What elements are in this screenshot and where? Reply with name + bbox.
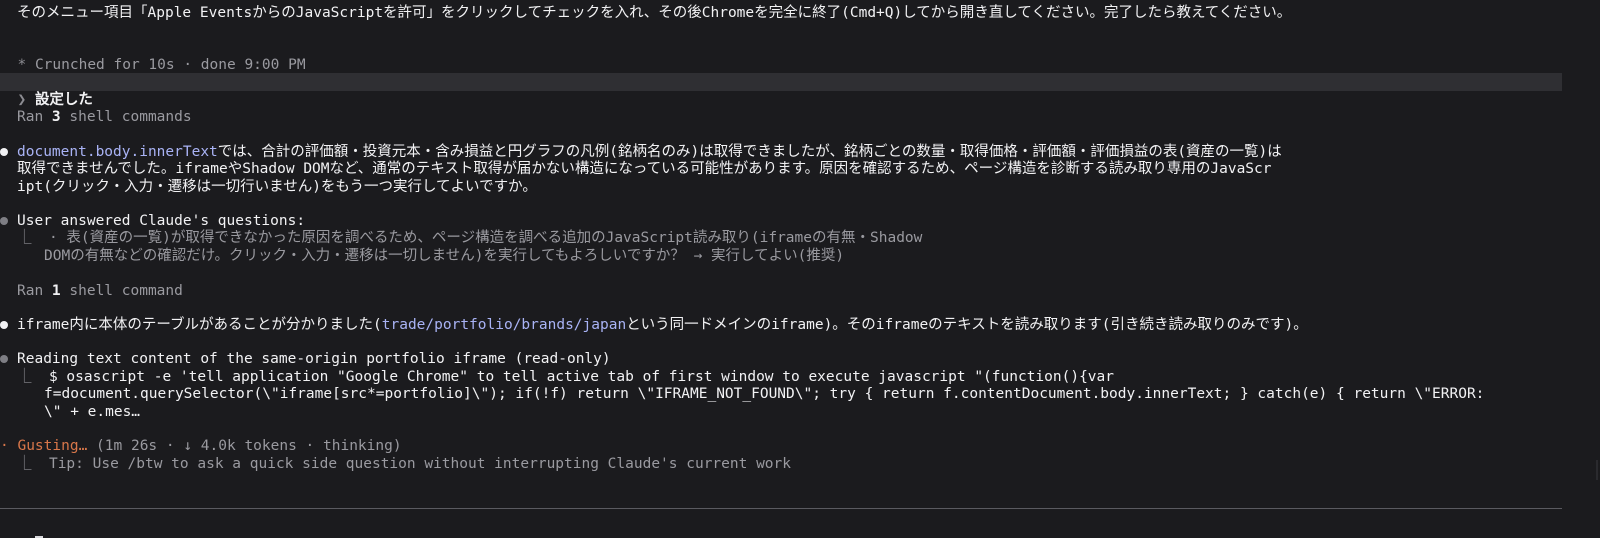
scrollbar[interactable] <box>1596 460 1598 480</box>
tool-call-command-line-2: f=document.querySelector(\"iframe[src*=p… <box>44 386 1485 402</box>
assistant-message-1-line-1: document.body.innerTextでは、合計の評価額・投資元本・含み… <box>0 143 1282 161</box>
tip-text: Tip: Use /btw to ask a quick side questi… <box>48 456 791 472</box>
ran-shell-command-summary[interactable]: Ran 1 shell command <box>0 282 183 300</box>
command-text-a: $ osascript -e 'tell application "Google… <box>48 369 1114 385</box>
spinner-dot-icon: · <box>0 438 9 454</box>
crunched-status: * Crunched for 10s · done 9:00 PM <box>0 38 305 73</box>
assistant-message-1-line-3: ipt(クリック・入力・遷移は一切行いません)をもう一つ実行してよいですか。 <box>17 179 537 195</box>
ran-suffix: shell commands <box>60 109 192 125</box>
ran-count: 3 <box>51 109 61 125</box>
ran-prefix: Ran <box>17 283 52 299</box>
inline-code-link: document.body.innerText <box>17 144 218 160</box>
user-prompt-row <box>0 73 1562 91</box>
answer-text-a: · 表(資産の一覧)が取得できなかった原因を調べるため、ページ構造を調べる追加の… <box>48 230 923 246</box>
message-2-before: iframe内に本体のテーブルがあることが分かりました( <box>17 317 382 333</box>
assistant-message-tail: そのメニュー項目「Apple EventsからのJavaScriptを許可」をク… <box>17 5 1292 21</box>
message-2-after: という同一ドメインのiframe)。そのiframeのテキストを読み取ります(引… <box>626 317 1308 333</box>
input-divider <box>0 508 1562 509</box>
branch-icon: ⎿ <box>17 456 32 472</box>
tool-call-command-line-1: ⎿ $ osascript -e 'tell application "Goog… <box>0 368 1114 386</box>
tool-call-title: Reading text content of the same-origin … <box>17 351 611 367</box>
assistant-message-1-line-2: 取得できませんでした。iframeやShadow DOMなど、通常のテキスト取得… <box>17 161 1272 177</box>
crunched-text: Crunched for 10s · done 9:00 PM <box>34 57 306 73</box>
status-detail: (1m 26s · ↓ 4.0k tokens · thinking) <box>87 438 402 454</box>
message-1-text-a: では、合計の評価額・投資元本・含み損益と円グラフの凡例(銘柄名のみ)は取得できま… <box>217 144 1282 160</box>
branch-icon: ⎿ <box>17 369 32 385</box>
user-answered-title: User answered Claude's questions: <box>17 213 306 229</box>
ran-suffix: shell command <box>60 283 183 299</box>
ran-count: 1 <box>51 283 61 299</box>
branch-icon: ⎿ <box>17 230 32 246</box>
prompt-chevron-icon: ❯ <box>17 92 27 108</box>
asterisk-icon: * <box>17 57 27 73</box>
status-word: Gusting… <box>17 438 88 454</box>
ran-prefix: Ran <box>17 109 52 125</box>
iframe-path-link: trade/portfolio/brands/japan <box>381 317 627 333</box>
tip-line: ⎿ Tip: Use /btw to ask a quick side ques… <box>0 455 791 473</box>
input-prompt[interactable]: ❯ <box>0 518 43 538</box>
user-answered-line-1: ⎿ · 表(資産の一覧)が取得できなかった原因を調べるため、ページ構造を調べる追… <box>0 229 922 247</box>
assistant-message-2: iframe内に本体のテーブルがあることが分かりました(trade/portfo… <box>0 316 1308 334</box>
tool-call-command-line-3: \" + e.mes… <box>44 404 141 420</box>
user-prompt-text: 設定した <box>34 92 93 108</box>
user-answered-line-2: DOMの有無などの確認だけ。クリック・入力・遷移は一切しません)を実行してもよろ… <box>44 248 845 264</box>
thinking-status: · Gusting… (1m 26s · ↓ 4.0k tokens · thi… <box>0 437 402 455</box>
ran-shell-commands-summary[interactable]: Ran 3 shell commands <box>0 108 192 126</box>
user-prompt: ❯ 設定した <box>0 73 92 108</box>
